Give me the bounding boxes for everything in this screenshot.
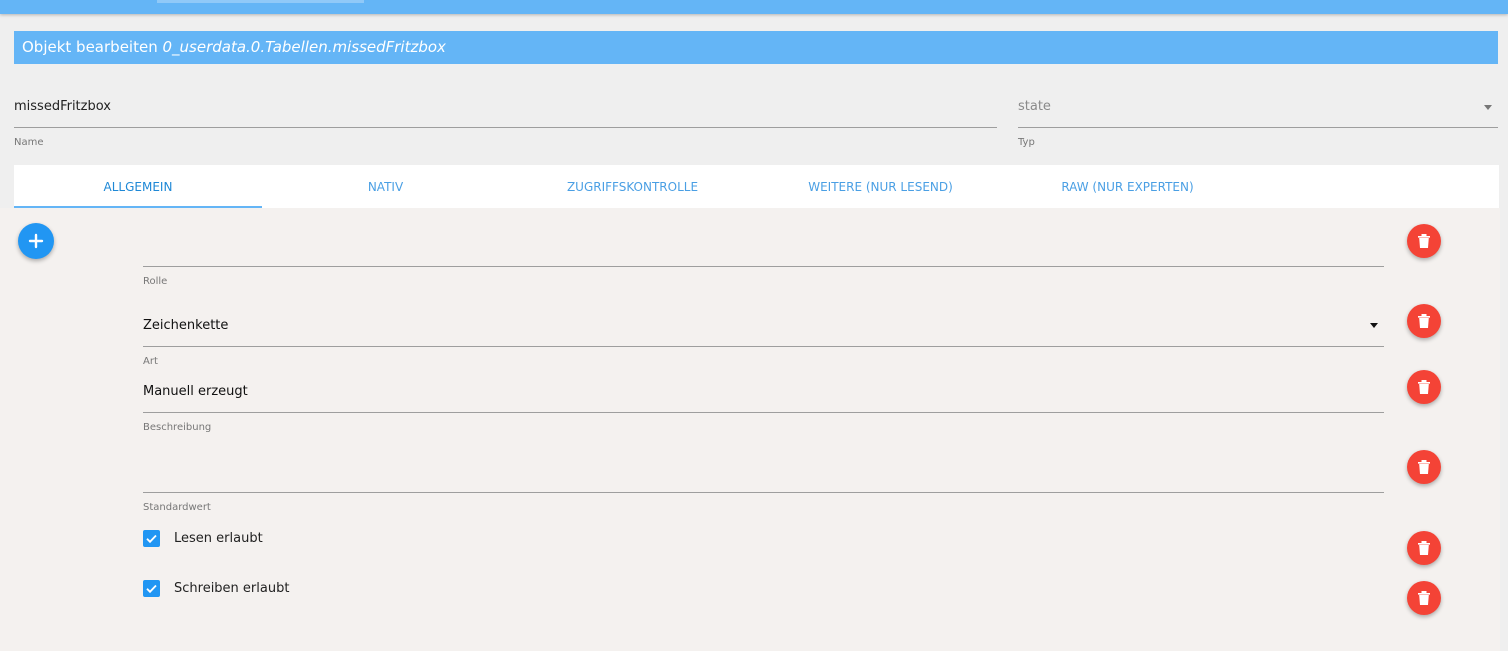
art-select[interactable]: Zeichenkette xyxy=(143,312,1384,347)
write-allowed-row[interactable]: Schreiben erlaubt xyxy=(143,580,289,597)
delete-art-button[interactable] xyxy=(1407,304,1441,338)
dialog-title-prefix: Objekt bearbeiten xyxy=(22,38,158,56)
read-allowed-checkbox[interactable] xyxy=(143,530,160,547)
description-field[interactable]: Manuell erzeugt xyxy=(143,378,1384,413)
delete-read-button[interactable] xyxy=(1407,531,1441,565)
default-value-field[interactable] xyxy=(143,458,1384,493)
art-label: Art xyxy=(143,356,158,367)
check-icon xyxy=(146,534,157,544)
check-icon xyxy=(146,584,157,594)
tab-allgemein[interactable]: ALLGEMEIN xyxy=(14,165,262,208)
write-allowed-checkbox[interactable] xyxy=(143,580,160,597)
top-bar-active-tab[interactable] xyxy=(157,0,364,3)
type-select-value[interactable]: state xyxy=(1018,92,1498,128)
caret-down-icon[interactable] xyxy=(1370,323,1378,328)
plus-icon xyxy=(28,233,44,249)
role-field[interactable] xyxy=(143,232,1384,267)
tab-nativ[interactable]: NATIV xyxy=(318,165,453,208)
delete-role-button[interactable] xyxy=(1407,224,1441,258)
dialog-title-path: 0_userdata.0.Tabellen.missedFritzbox xyxy=(162,38,446,56)
app-top-bar xyxy=(0,0,1508,14)
art-select-value[interactable]: Zeichenkette xyxy=(143,312,1384,347)
delete-default-value-button[interactable] xyxy=(1407,450,1441,484)
tab-zugriffskontrolle[interactable]: ZUGRIFFSKONTROLLE xyxy=(550,165,715,208)
role-input[interactable] xyxy=(143,232,1384,267)
trash-icon xyxy=(1418,234,1430,248)
type-label: Typ xyxy=(1018,137,1035,148)
description-input[interactable]: Manuell erzeugt xyxy=(143,378,1384,413)
tab-weitere[interactable]: WEITERE (NUR LESEND) xyxy=(797,165,964,208)
caret-down-icon[interactable] xyxy=(1484,105,1492,110)
trash-icon xyxy=(1418,314,1430,328)
trash-icon xyxy=(1418,380,1430,394)
role-label: Rolle xyxy=(143,276,168,287)
trash-icon xyxy=(1418,541,1430,555)
add-attribute-button[interactable] xyxy=(18,223,54,259)
read-allowed-row[interactable]: Lesen erlaubt xyxy=(143,530,263,547)
read-allowed-label: Lesen erlaubt xyxy=(174,531,263,546)
name-label: Name xyxy=(14,137,44,148)
tab-bar: ALLGEMEIN NATIV ZUGRIFFSKONTROLLE WEITER… xyxy=(14,165,1499,208)
default-value-input[interactable] xyxy=(143,458,1384,493)
name-field[interactable]: missedFritzbox Name xyxy=(14,92,997,148)
delete-write-button[interactable] xyxy=(1407,581,1441,615)
delete-description-button[interactable] xyxy=(1407,370,1441,404)
type-select[interactable]: state Typ xyxy=(1018,92,1498,148)
trash-icon xyxy=(1418,460,1430,474)
name-input[interactable]: missedFritzbox xyxy=(14,92,997,128)
default-value-label: Standardwert xyxy=(143,502,211,513)
trash-icon xyxy=(1418,591,1430,605)
dialog-title-bar: Objekt bearbeiten 0_userdata.0.Tabellen.… xyxy=(14,31,1498,64)
tab-raw[interactable]: RAW (NUR EXPERTEN) xyxy=(1050,165,1205,208)
description-label: Beschreibung xyxy=(143,422,212,433)
write-allowed-label: Schreiben erlaubt xyxy=(174,581,290,596)
